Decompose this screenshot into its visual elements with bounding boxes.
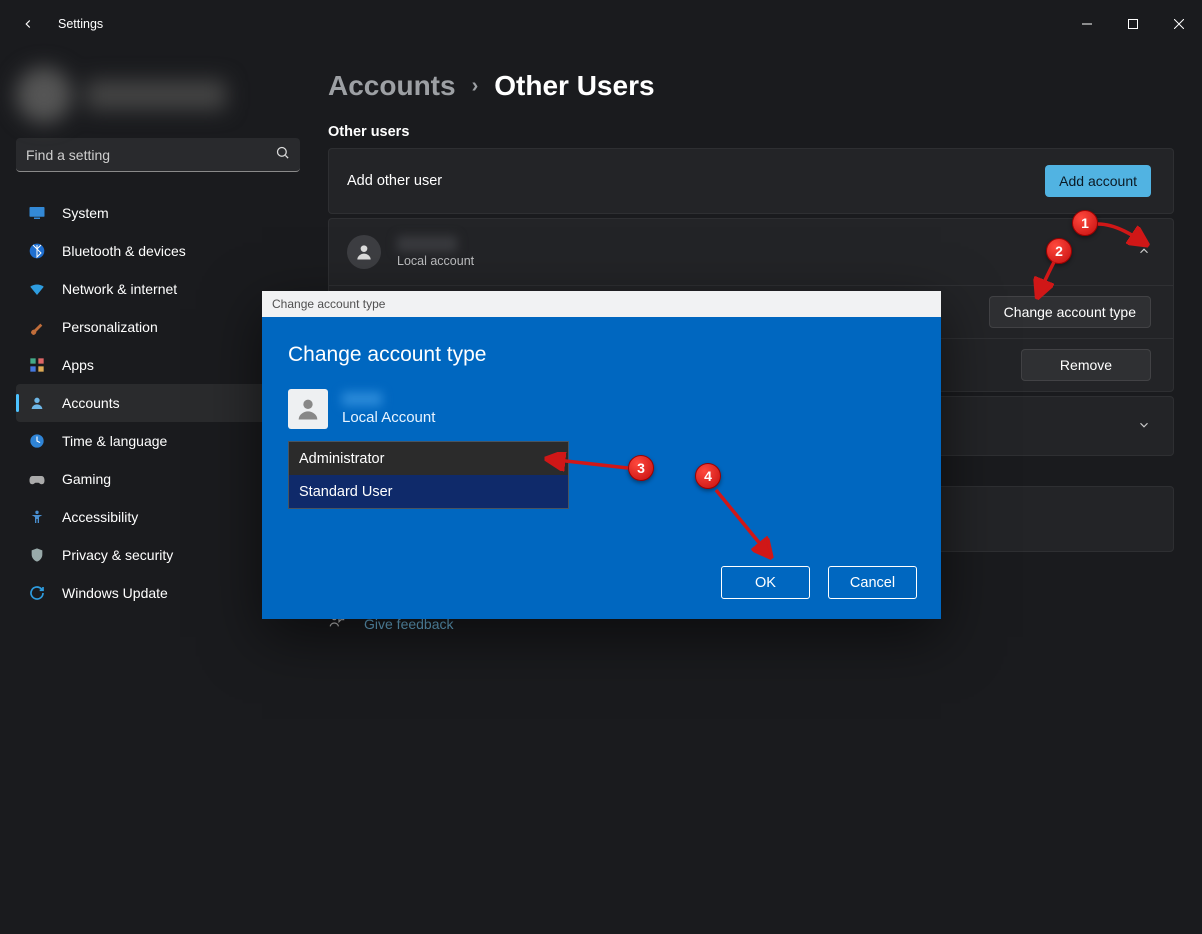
- sidebar-item-gaming[interactable]: Gaming: [16, 460, 300, 498]
- ok-button[interactable]: OK: [721, 566, 810, 599]
- title-bar: Settings: [0, 0, 1202, 48]
- add-other-user-label: Add other user: [347, 173, 1029, 189]
- account-type-label: Local account: [397, 254, 1121, 268]
- add-other-user-card: Add other user Add account: [328, 148, 1174, 214]
- minimize-button[interactable]: [1064, 8, 1110, 40]
- sidebar-item-accounts[interactable]: Accounts: [16, 384, 300, 422]
- dialog-user-avatar-icon: [288, 389, 328, 429]
- breadcrumb: Accounts › Other Users: [328, 70, 1174, 102]
- back-button[interactable]: [16, 12, 40, 36]
- sidebar-item-privacy[interactable]: Privacy & security: [16, 536, 300, 574]
- section-label: Other users: [328, 124, 1174, 140]
- shield-icon: [28, 546, 46, 564]
- dialog-titlebar: Change account type: [262, 291, 941, 317]
- avatar: [16, 67, 72, 123]
- sidebar-item-label: Accounts: [62, 395, 120, 411]
- sidebar-item-label: Accessibility: [62, 509, 138, 525]
- user-name: [86, 80, 226, 110]
- sidebar-item-accessibility[interactable]: Accessibility: [16, 498, 300, 536]
- dialog-user-sub: Local Account: [342, 409, 435, 426]
- annotation-4: 4: [695, 463, 721, 489]
- breadcrumb-parent[interactable]: Accounts: [328, 70, 456, 102]
- search-input[interactable]: [26, 147, 275, 163]
- user-name: [397, 236, 457, 252]
- dialog-user: Local Account: [288, 389, 915, 429]
- sidebar-item-system[interactable]: System: [16, 194, 300, 232]
- sidebar-item-label: Privacy & security: [62, 547, 173, 563]
- sidebar-item-bluetooth[interactable]: Bluetooth & devices: [16, 232, 300, 270]
- gamepad-icon: [28, 470, 46, 488]
- close-button[interactable]: [1156, 8, 1202, 40]
- btn-label: Add account: [1059, 173, 1137, 189]
- dropdown-option-administrator[interactable]: Administrator: [289, 442, 568, 475]
- sidebar-item-label: Apps: [62, 357, 94, 373]
- btn-label: Cancel: [850, 575, 895, 591]
- annotation-arrow-3: [540, 452, 634, 476]
- cancel-button[interactable]: Cancel: [828, 566, 917, 599]
- annotation-arrow-4: [712, 488, 782, 566]
- annotation-arrow-1: [1096, 218, 1154, 252]
- bluetooth-icon: [28, 242, 46, 260]
- sidebar-item-label: System: [62, 205, 109, 221]
- search-icon: [275, 145, 290, 165]
- window-controls: [1064, 8, 1202, 40]
- sidebar-item-time[interactable]: Time & language: [16, 422, 300, 460]
- sidebar-item-label: Network & internet: [62, 281, 177, 297]
- accessibility-icon: [28, 508, 46, 526]
- display-icon: [28, 204, 46, 222]
- window-title: Settings: [58, 17, 1064, 31]
- apps-icon: [28, 356, 46, 374]
- sidebar-item-label: Bluetooth & devices: [62, 243, 186, 259]
- sidebar-item-label: Gaming: [62, 471, 111, 487]
- brush-icon: [28, 318, 46, 336]
- profile-block: [16, 60, 300, 130]
- btn-label: OK: [755, 575, 776, 591]
- account-type-dropdown[interactable]: Administrator Standard User: [288, 441, 569, 509]
- add-account-button[interactable]: Add account: [1045, 165, 1151, 197]
- btn-label: Remove: [1060, 357, 1112, 373]
- dropdown-option-standard-user[interactable]: Standard User: [289, 475, 568, 508]
- wifi-icon: [28, 280, 46, 298]
- sidebar-item-label: Time & language: [62, 433, 167, 449]
- maximize-button[interactable]: [1110, 8, 1156, 40]
- sidebar-item-apps[interactable]: Apps: [16, 346, 300, 384]
- dialog-user-name: [342, 392, 382, 406]
- sidebar-item-personalization[interactable]: Personalization: [16, 308, 300, 346]
- option-label: Standard User: [299, 484, 393, 500]
- person-icon: [28, 394, 46, 412]
- annotation-arrow-2: [1030, 260, 1070, 304]
- sidebar-item-update[interactable]: Windows Update: [16, 574, 300, 612]
- sidebar-item-network[interactable]: Network & internet: [16, 270, 300, 308]
- chevron-down-icon: [1137, 418, 1151, 435]
- clock-icon: [28, 432, 46, 450]
- sidebar-item-label: Windows Update: [62, 585, 168, 601]
- search-box[interactable]: [16, 138, 300, 172]
- remove-button[interactable]: Remove: [1021, 349, 1151, 381]
- option-label: Administrator: [299, 451, 384, 467]
- user-avatar-icon: [347, 235, 381, 269]
- sidebar-item-label: Personalization: [62, 319, 158, 335]
- btn-label: Change account type: [1004, 304, 1136, 320]
- breadcrumb-separator: ›: [472, 75, 479, 98]
- nav-list: System Bluetooth & devices Network & int…: [16, 194, 300, 612]
- update-icon: [28, 584, 46, 602]
- dialog-heading: Change account type: [288, 343, 915, 367]
- breadcrumb-current: Other Users: [494, 70, 654, 102]
- annotation-1: 1: [1072, 210, 1098, 236]
